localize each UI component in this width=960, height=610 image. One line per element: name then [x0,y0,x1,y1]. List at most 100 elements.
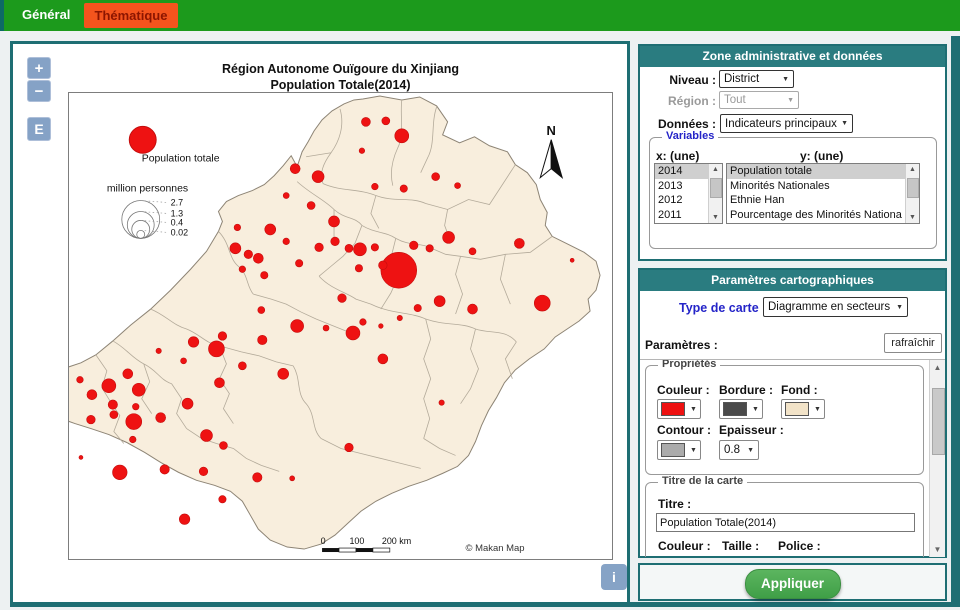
population-circle [331,237,340,246]
population-circle [219,442,227,450]
scroll-up-icon[interactable] [709,164,722,175]
population-circle [123,369,133,379]
listbox-option[interactable]: Ethnie Han [727,193,905,208]
x-listbox-label: x: (une) [656,149,699,163]
extent-button[interactable]: E [27,117,51,141]
variables-legend: Variables [662,130,718,142]
scroll-down-icon[interactable] [930,543,945,556]
bordure-chip [723,402,747,416]
zone-panel: Zone administrative et données Niveau : … [638,44,947,261]
niveau-label: Niveau : [640,73,716,87]
donnees-select[interactable]: Indicateurs principaux [720,114,853,133]
chevron-down-icon [747,447,754,454]
scroll-up-icon[interactable] [906,164,919,175]
info-button[interactable]: i [601,564,627,590]
scroll-down-icon[interactable] [709,212,722,223]
population-circle [426,245,433,252]
listbox-option[interactable]: 2012 [655,193,708,208]
scroll-down-icon[interactable] [906,212,919,223]
listbox-scrollbar[interactable] [905,164,919,223]
chevron-down-icon [787,97,794,104]
population-circle [329,216,340,227]
topbar-left-edge [0,0,4,31]
legend-size-value: 2.7 [171,198,183,208]
params-scroll-area: Propriétés Couleur : Bordure : Fond : Co… [640,359,945,557]
map-title: Région Autonome Ouïgoure du Xinjiang Pop… [68,61,613,93]
population-circle [455,183,461,189]
type-carte-select[interactable]: Diagramme en secteurs [763,297,908,317]
listbox-option[interactable]: Population totale [727,164,905,179]
scrollbar-thumb[interactable] [907,178,919,198]
legend-size-value: 0.02 [171,227,188,237]
zoom-in-button[interactable]: + [27,57,51,79]
listbox-scrollbar[interactable] [708,164,722,223]
y-listbox[interactable]: Population totaleMinorités NationalesEth… [726,163,920,224]
population-circle [129,436,136,443]
population-circle [234,224,241,231]
population-circle [570,258,574,262]
population-circle [312,171,324,183]
proprietes-legend: Propriétés [658,359,720,370]
refresh-button[interactable]: rafraîchir [884,333,942,353]
population-circle [361,117,370,126]
scroll-up-icon[interactable] [930,361,945,374]
listbox-option[interactable]: 2013 [655,179,708,194]
population-circle [359,148,365,154]
apply-button[interactable]: Appliquer [745,569,841,599]
population-circle [414,304,421,311]
region-select[interactable]: Tout [719,91,799,109]
north-arrow-icon: N [540,123,562,178]
listbox-option[interactable]: Minorités Nationales [727,179,905,194]
fond-swatch-select[interactable] [781,399,825,419]
population-circle [87,390,97,400]
couleur-swatch-select[interactable] [657,399,701,419]
population-circle [102,379,116,393]
population-circle [468,304,478,314]
population-circle [290,476,295,481]
chevron-down-icon [690,406,697,413]
population-circle [432,173,440,181]
titre-input[interactable] [656,513,915,532]
zoom-out-button[interactable]: − [27,80,51,102]
chevron-down-icon [814,406,821,413]
tab-general[interactable]: Général [22,7,70,22]
copyright-text: © Makan Map [466,543,525,554]
params-panel: Paramètres cartographiques Type de carte… [638,268,947,558]
epaisseur-select[interactable]: 0.8 [719,440,759,460]
map-title-line2: Population Totale(2014) [68,77,613,93]
listbox-option[interactable]: 2014 [655,164,708,179]
app-window: { "topbar": { "general": "Général", "the… [0,0,960,610]
region-value: Tout [724,94,783,106]
scrollbar-thumb[interactable] [710,178,722,198]
contour-swatch-select[interactable] [657,440,701,460]
params-scrollbar[interactable] [929,360,945,557]
niveau-select[interactable]: District [719,70,794,88]
chevron-down-icon [782,76,789,83]
population-circle [214,378,224,388]
population-circle [400,185,407,192]
population-circle [434,296,445,307]
listbox-option[interactable]: 2011 [655,208,708,223]
population-circle [113,465,128,480]
chevron-down-icon [896,304,903,311]
x-listbox[interactable]: 2014201320122011 [654,163,723,224]
population-circle [253,253,263,263]
map-canvas[interactable]: Population totale million personnes 2.71… [69,93,612,559]
population-circle [323,325,329,331]
population-circle [278,368,289,379]
legend-size-value: 0.4 [171,217,183,227]
bordure-swatch-select[interactable] [719,399,763,419]
population-circle [188,337,199,348]
population-circle [208,341,224,357]
chevron-down-icon [841,120,848,127]
population-circle [258,307,265,314]
population-circle [378,354,388,364]
listbox-option[interactable]: Pourcentage des Minorités Nationa [727,208,905,223]
population-circle [132,383,145,396]
population-circle [290,164,300,174]
scrollbar-thumb[interactable] [932,388,945,455]
population-circle [443,231,455,243]
population-circle [87,415,96,424]
legend-size-circles: 2.71.30.40.02 [122,198,188,239]
tab-thematique[interactable]: Thématique [84,3,178,28]
